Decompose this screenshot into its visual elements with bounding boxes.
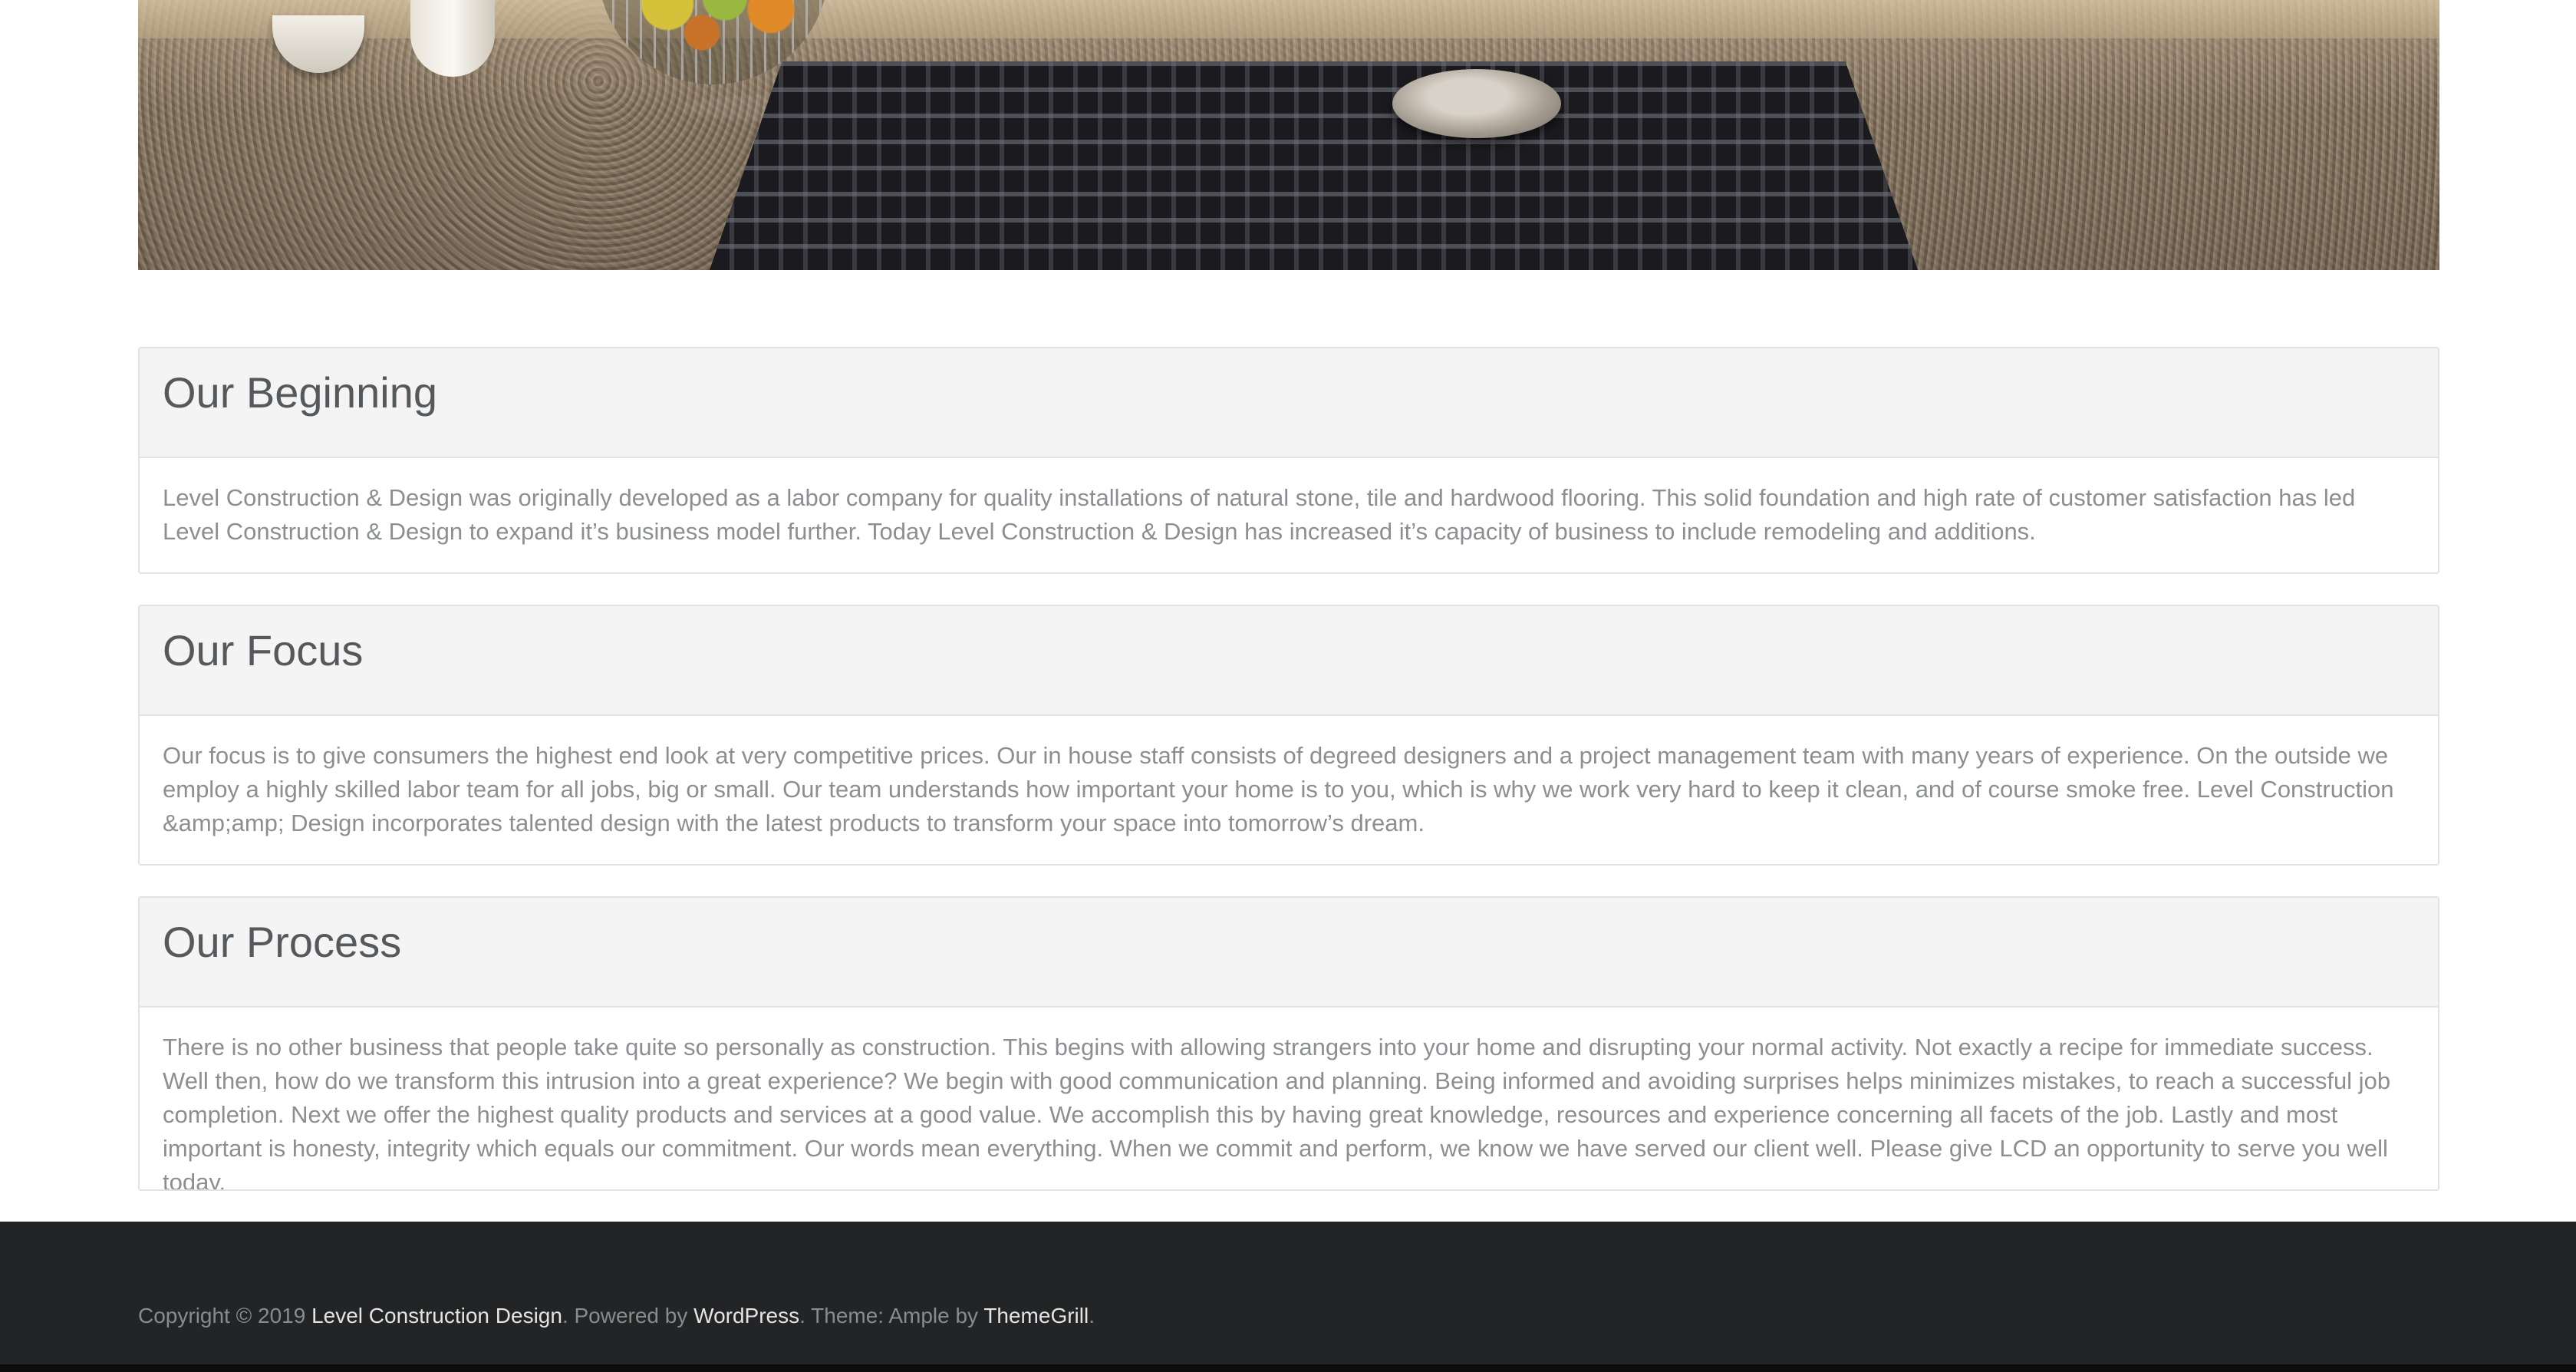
stove-illustration bbox=[710, 61, 1918, 270]
section-our-beginning: Our Beginning Level Construction & Desig… bbox=[138, 347, 2439, 574]
wordpress-link[interactable]: WordPress bbox=[693, 1304, 799, 1327]
section-heading: Our Beginning bbox=[140, 348, 2438, 458]
section-heading: Our Process bbox=[140, 898, 2438, 1008]
section-body: There is no other business that people t… bbox=[140, 1008, 2438, 1191]
themegrill-link[interactable]: ThemeGrill bbox=[983, 1304, 1089, 1327]
copyright-prefix: Copyright © 2019 bbox=[138, 1304, 312, 1327]
section-our-process: Our Process There is no other business t… bbox=[138, 896, 2439, 1191]
hero-image bbox=[138, 0, 2439, 270]
section-title: Our Focus bbox=[163, 626, 364, 674]
section-text: Level Construction & Design was original… bbox=[163, 484, 2356, 545]
powered-by-text: . Powered by bbox=[562, 1304, 694, 1327]
section-title: Our Process bbox=[163, 918, 402, 966]
site-link[interactable]: Level Construction Design bbox=[311, 1304, 562, 1327]
section-title: Our Beginning bbox=[163, 368, 438, 417]
copyright-text: Copyright © 2019 Level Construction Desi… bbox=[138, 1301, 1095, 1331]
section-heading: Our Focus bbox=[140, 606, 2438, 716]
site-footer: Copyright © 2019 Level Construction Desi… bbox=[0, 1222, 2576, 1372]
section-text: Our focus is to give consumers the highe… bbox=[163, 742, 2394, 836]
footer-bottom-bar bbox=[0, 1364, 2576, 1372]
page: Our Beginning Level Construction & Desig… bbox=[0, 0, 2576, 1372]
copyright-end: . bbox=[1089, 1304, 1095, 1327]
section-body: Level Construction & Design was original… bbox=[140, 458, 2438, 549]
section-our-focus: Our Focus Our focus is to give consumers… bbox=[138, 605, 2439, 866]
theme-text: . Theme: Ample by bbox=[799, 1304, 984, 1327]
section-body: Our focus is to give consumers the highe… bbox=[140, 716, 2438, 840]
section-text: There is no other business that people t… bbox=[163, 1034, 2391, 1191]
pan-illustration bbox=[1392, 69, 1561, 138]
